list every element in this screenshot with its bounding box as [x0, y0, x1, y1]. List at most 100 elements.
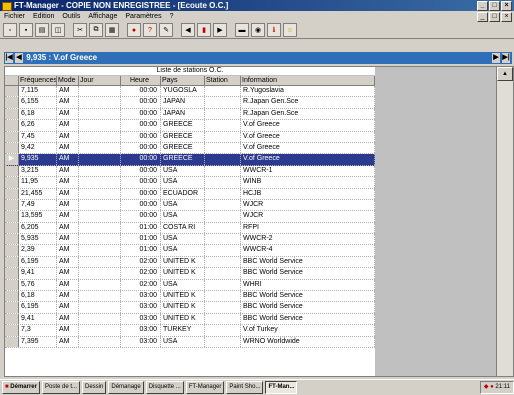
- cut-icon[interactable]: ✂: [73, 23, 87, 37]
- table-cell[interactable]: [79, 268, 121, 279]
- table-cell[interactable]: AM: [57, 142, 79, 154]
- table-cell[interactable]: 03:00: [121, 325, 161, 336]
- table-cell[interactable]: WWCR-2: [241, 234, 375, 245]
- table-cell[interactable]: AM: [57, 234, 79, 245]
- menu-outils[interactable]: Outils: [58, 13, 84, 20]
- table-cell[interactable]: TURKEY: [161, 325, 205, 336]
- table-cell[interactable]: [79, 211, 121, 222]
- row-indicator[interactable]: [5, 279, 19, 291]
- table-cell[interactable]: 00:00: [121, 211, 161, 222]
- row-indicator[interactable]: [5, 302, 19, 313]
- table-cell[interactable]: [79, 336, 121, 347]
- table-cell[interactable]: 03:00: [121, 336, 161, 347]
- table-cell[interactable]: [205, 256, 241, 268]
- table-cell[interactable]: WJCR: [241, 199, 375, 211]
- smile-icon[interactable]: ☺: [283, 23, 297, 37]
- table-cell[interactable]: WINB: [241, 177, 375, 188]
- menu-fichier[interactable]: Fichier: [0, 13, 29, 20]
- table-cell[interactable]: [79, 131, 121, 142]
- table-cell[interactable]: USA: [161, 234, 205, 245]
- table-cell[interactable]: [205, 142, 241, 154]
- table-cell[interactable]: WWCR-4: [241, 245, 375, 256]
- table-cell[interactable]: 5,935: [19, 234, 57, 245]
- table-cell[interactable]: UNITED K: [161, 313, 205, 325]
- table-row[interactable]: 9,42 AM 00:00 GREECE V.of Greece: [5, 142, 375, 155]
- print-icon[interactable]: ▤: [35, 23, 49, 37]
- row-indicator[interactable]: [5, 177, 19, 188]
- minimize-button[interactable]: _: [477, 1, 488, 11]
- table-cell[interactable]: BBC World Service: [241, 313, 375, 325]
- row-indicator[interactable]: [5, 108, 19, 120]
- table-cell[interactable]: UNITED K: [161, 302, 205, 313]
- table-cell[interactable]: AM: [57, 313, 79, 325]
- table-cell[interactable]: [205, 279, 241, 291]
- table-cell[interactable]: RFPI: [241, 222, 375, 234]
- row-indicator[interactable]: [5, 120, 19, 131]
- column-header[interactable]: Information: [241, 76, 375, 85]
- table-cell[interactable]: [205, 177, 241, 188]
- table-cell[interactable]: 01:00: [121, 234, 161, 245]
- table-cell[interactable]: [205, 291, 241, 302]
- row-indicator[interactable]: [5, 268, 19, 279]
- table-row[interactable]: 7,45 AM 00:00 GREECE V.of Greece: [5, 131, 375, 143]
- table-cell[interactable]: [79, 302, 121, 313]
- table-cell[interactable]: 00:00: [121, 86, 161, 97]
- table-cell[interactable]: [79, 86, 121, 97]
- table-cell[interactable]: AM: [57, 154, 79, 165]
- table-cell[interactable]: AM: [57, 188, 79, 199]
- table-cell[interactable]: AM: [57, 120, 79, 131]
- table-cell[interactable]: GREECE: [161, 131, 205, 142]
- table-cell[interactable]: [79, 291, 121, 302]
- table-cell[interactable]: [205, 154, 241, 165]
- table-cell[interactable]: 7,45: [19, 131, 57, 142]
- table-cell[interactable]: 02:00: [121, 268, 161, 279]
- table-cell[interactable]: 6,195: [19, 302, 57, 313]
- table-cell[interactable]: USA: [161, 336, 205, 347]
- table-cell[interactable]: [205, 131, 241, 142]
- table-cell[interactable]: 02:00: [121, 279, 161, 291]
- column-header[interactable]: Jour: [79, 76, 121, 85]
- menu-help[interactable]: ?: [166, 13, 178, 20]
- edit-icon[interactable]: ✎: [159, 23, 173, 37]
- row-indicator[interactable]: [5, 313, 19, 325]
- table-cell[interactable]: AM: [57, 256, 79, 268]
- table-cell[interactable]: 5,76: [19, 279, 57, 291]
- table-cell[interactable]: 9,935: [19, 154, 57, 165]
- column-header[interactable]: Station: [205, 76, 241, 85]
- table-cell[interactable]: [79, 222, 121, 234]
- row-indicator[interactable]: [5, 97, 19, 108]
- table-row[interactable]: 6,26 AM 00:00 GREECE V.of Greece: [5, 120, 375, 132]
- table-row[interactable]: 2,39 AM 01:00 USA WWCR-4: [5, 245, 375, 257]
- row-indicator[interactable]: [5, 291, 19, 302]
- table-cell[interactable]: V.of Turkey: [241, 325, 375, 336]
- table-cell[interactable]: AM: [57, 97, 79, 108]
- table-cell[interactable]: AM: [57, 131, 79, 142]
- table-cell[interactable]: 7,49: [19, 199, 57, 211]
- table-cell[interactable]: [205, 245, 241, 256]
- table-cell[interactable]: 13,595: [19, 211, 57, 222]
- info-icon[interactable]: ℹ: [267, 23, 281, 37]
- menu-edition[interactable]: Edition: [29, 13, 58, 20]
- row-indicator[interactable]: [5, 234, 19, 245]
- table-cell[interactable]: [79, 313, 121, 325]
- maximize-button[interactable]: □: [489, 1, 500, 11]
- table-cell[interactable]: [79, 154, 121, 165]
- table-cell[interactable]: [79, 234, 121, 245]
- table-cell[interactable]: YUGOSLA: [161, 86, 205, 97]
- table-cell[interactable]: USA: [161, 245, 205, 256]
- table-row[interactable]: 11,95 AM 00:00 USA WINB: [5, 177, 375, 189]
- table-cell[interactable]: WWCR-1: [241, 165, 375, 177]
- table-cell[interactable]: [79, 279, 121, 291]
- table-cell[interactable]: AM: [57, 86, 79, 97]
- table-cell[interactable]: AM: [57, 336, 79, 347]
- doc-minimize-button[interactable]: _: [477, 12, 488, 22]
- table-row[interactable]: 9,41 AM 03:00 UNITED K BBC World Service: [5, 313, 375, 326]
- chart-icon[interactable]: ▬: [235, 23, 249, 37]
- new-icon[interactable]: ▫: [3, 23, 17, 37]
- table-cell[interactable]: AM: [57, 211, 79, 222]
- table-cell[interactable]: 02:00: [121, 256, 161, 268]
- table-cell[interactable]: [205, 120, 241, 131]
- last-record-button[interactable]: ▶|: [502, 53, 510, 63]
- question-icon[interactable]: ?: [143, 23, 157, 37]
- table-cell[interactable]: [79, 177, 121, 188]
